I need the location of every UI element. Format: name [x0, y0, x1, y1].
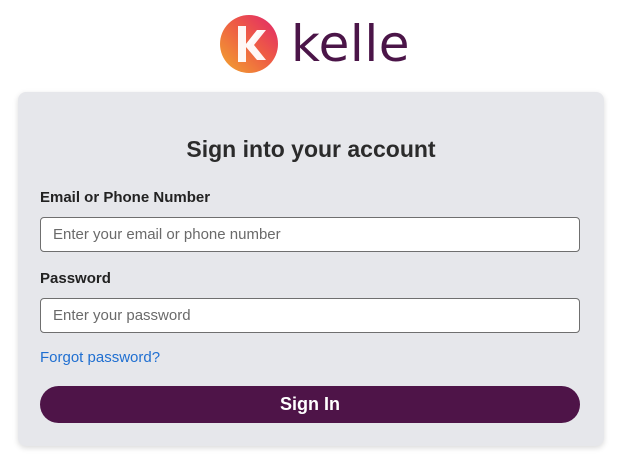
email-label: Email or Phone Number: [40, 189, 211, 206]
sign-in-page: kelle Sign into your account Email or Ph…: [0, 0, 625, 467]
email-field[interactable]: [40, 217, 580, 252]
brand-wordmark: kelle: [291, 15, 410, 73]
kelle-k-logo-icon: [220, 15, 278, 73]
forgot-password-link[interactable]: Forgot password?: [40, 349, 160, 366]
sign-in-card: Sign into your account Email or Phone Nu…: [18, 92, 604, 446]
page-title: Sign into your account: [186, 136, 436, 162]
password-label: Password: [40, 270, 111, 287]
brand-logo: kelle: [219, 13, 410, 75]
password-field[interactable]: [40, 298, 580, 333]
sign-in-button[interactable]: Sign In: [40, 386, 580, 423]
